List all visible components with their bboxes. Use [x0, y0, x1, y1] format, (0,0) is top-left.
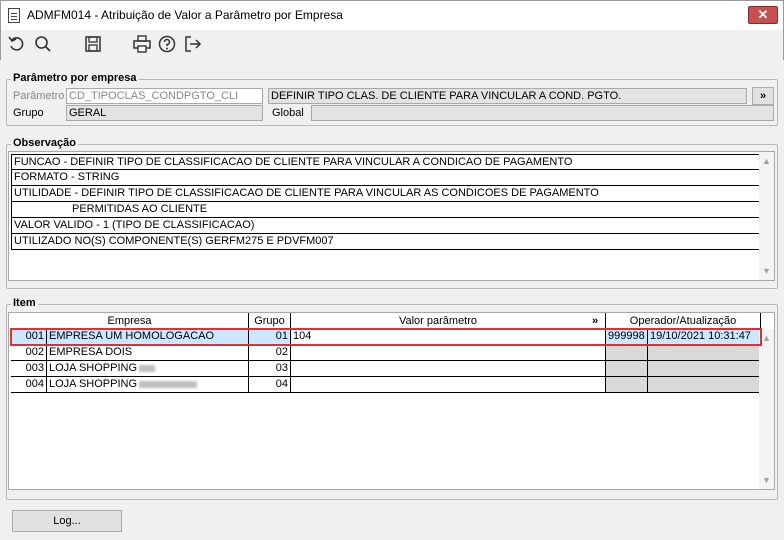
observacao-text-area[interactable]: FUNCAO - DEFINIR TIPO DE CLASSIFICACAO D… — [8, 151, 775, 281]
global-label: Global — [272, 107, 304, 119]
redacted-text — [139, 380, 198, 388]
observacao-line: VALOR VALIDO - 1 (TIPO DE CLASSIFICACAO) — [11, 218, 760, 234]
print-icon[interactable] — [132, 34, 152, 54]
row-operador — [606, 345, 648, 361]
toolbar — [0, 30, 784, 60]
parametro-expand-button[interactable]: » — [752, 87, 774, 105]
row-valor-input[interactable] — [291, 345, 606, 361]
document-icon — [8, 8, 20, 23]
row-operador: 999998 — [606, 329, 648, 345]
row-empresa[interactable]: LOJA SHOPPING — [47, 361, 249, 377]
row-empresa[interactable]: EMPRESA DOIS — [47, 345, 249, 361]
row-empresa[interactable]: EMPRESA UM HOMOLOGACAO — [47, 329, 249, 345]
search-icon[interactable] — [33, 34, 53, 54]
grupo-label: Grupo — [13, 107, 44, 119]
grupo-field: GERAL — [66, 105, 263, 121]
row-empresa-name: LOJA SHOPPING — [49, 378, 138, 390]
scroll-up-icon[interactable]: ▲ — [759, 154, 774, 168]
observacao-line: FORMATO - STRING — [11, 170, 760, 186]
scroll-down-icon[interactable]: ▼ — [759, 473, 774, 487]
parametro-group-title: Parâmetro por empresa — [11, 72, 139, 84]
row-code[interactable]: 004 — [11, 377, 47, 393]
header-grupo[interactable]: Grupo — [249, 313, 291, 329]
row-atualizacao — [648, 361, 761, 377]
observacao-line: FUNCAO - DEFINIR TIPO DE CLASSIFICACAO D… — [11, 154, 760, 170]
row-valor-input[interactable] — [291, 377, 606, 393]
observacao-line: UTILIDADE - DEFINIR TIPO DE CLASSIFICACA… — [11, 186, 760, 202]
observacao-line: UTILIZADO NO(S) COMPONENTE(S) GERFM275 E… — [11, 234, 760, 250]
row-atualizacao: 19/10/2021 10:31:47 — [648, 329, 761, 345]
row-empresa-name: LOJA SHOPPING — [49, 362, 138, 374]
scroll-up-icon[interactable]: ▲ — [759, 331, 774, 345]
row-code[interactable]: 002 — [11, 345, 47, 361]
close-button[interactable]: ✕ — [748, 6, 778, 24]
row-atualizacao — [648, 377, 761, 393]
parametro-description: DEFINIR TIPO CLAS. DE CLIENTE PARA VINCU… — [268, 88, 747, 104]
row-valor-input[interactable] — [291, 361, 606, 377]
header-empresa[interactable]: Empresa — [11, 313, 249, 329]
save-icon[interactable] — [83, 34, 103, 54]
help-icon[interactable] — [157, 34, 177, 54]
row-code[interactable]: 003 — [11, 361, 47, 377]
observacao-line: PERMITIDAS AO CLIENTE — [11, 202, 760, 218]
row-operador — [606, 361, 648, 377]
item-group-title: Item — [11, 297, 38, 309]
window-title: ADMFM014 - Atribuição de Valor a Parâmet… — [27, 8, 343, 22]
row-empresa[interactable]: LOJA SHOPPING — [47, 377, 249, 393]
exit-icon[interactable] — [183, 34, 203, 54]
header-valor[interactable]: Valor parâmetro — [291, 313, 585, 329]
row-operador — [606, 377, 648, 393]
global-field — [311, 105, 774, 121]
row-code[interactable]: 001 — [11, 329, 47, 345]
undo-icon[interactable] — [7, 34, 27, 54]
parametro-field[interactable]: CD_TIPOCLAS_CONDPGTO_CLI — [66, 88, 263, 104]
observacao-group-title: Observação — [11, 137, 78, 149]
row-atualizacao — [648, 345, 761, 361]
item-scrollbar[interactable]: ▲ ▼ — [759, 329, 774, 489]
row-valor-input[interactable]: 104 — [291, 329, 606, 345]
row-grupo[interactable]: 01 — [249, 329, 291, 345]
row-grupo[interactable]: 04 — [249, 377, 291, 393]
scroll-down-icon[interactable]: ▼ — [759, 264, 774, 278]
title-bar: ADMFM014 - Atribuição de Valor a Parâmet… — [0, 0, 784, 30]
header-operador[interactable]: Operador/Atualização — [606, 313, 761, 329]
observacao-scrollbar[interactable]: ▲ ▼ — [759, 152, 774, 280]
row-grupo[interactable]: 03 — [249, 361, 291, 377]
row-grupo[interactable]: 02 — [249, 345, 291, 361]
redacted-text — [139, 364, 156, 372]
parametro-label: Parâmetro — [13, 90, 65, 102]
header-expand-button[interactable]: » — [585, 313, 606, 329]
log-button[interactable]: Log... — [12, 510, 122, 532]
item-grid[interactable]: Empresa Grupo Valor parâmetro » Operador… — [8, 312, 775, 490]
